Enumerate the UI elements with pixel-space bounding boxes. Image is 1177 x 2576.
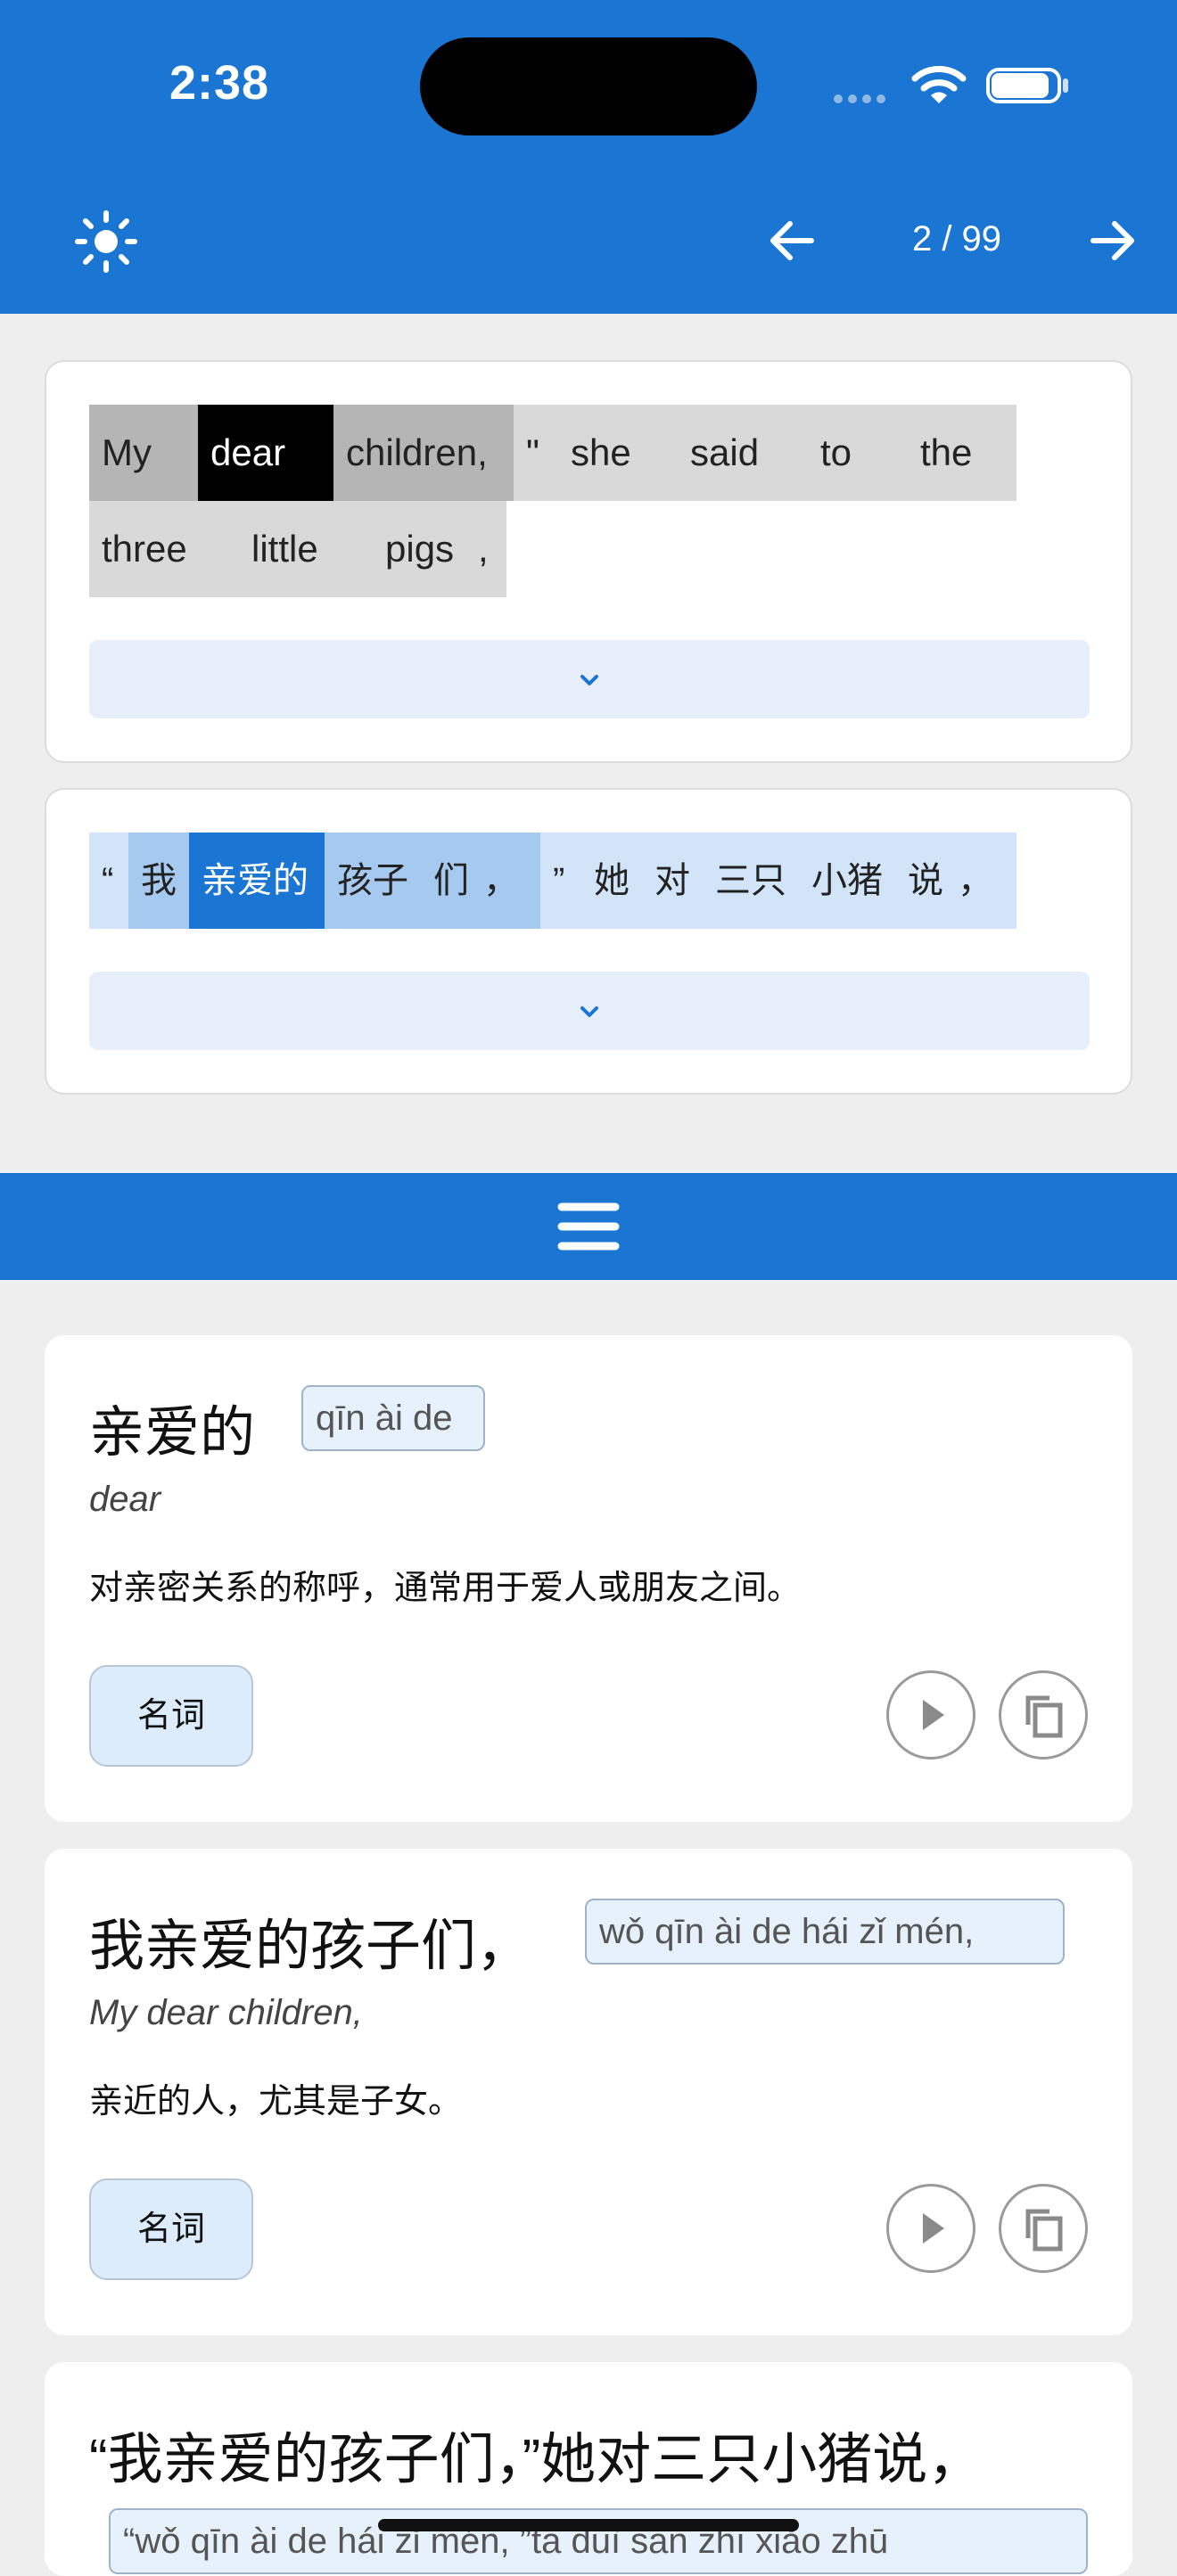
token-qinaide-selected[interactable]: 亲爱的: [189, 833, 325, 929]
wifi-icon: [911, 62, 967, 111]
word-card: 亲爱的 qīn ài de dear 对亲密关系的称呼，通常用于爱人或朋友之间。…: [45, 1335, 1132, 1822]
definition: 亲近的人，尤其是子女。: [89, 2083, 463, 2121]
token-close-quote[interactable]: ”: [540, 833, 581, 929]
part-of-speech-button[interactable]: 名词: [89, 1665, 253, 1767]
menu-hamburger-icon[interactable]: [556, 1198, 621, 1259]
page-indicator: 2 / 99: [911, 219, 1002, 258]
status-time: 2:38: [169, 56, 270, 110]
token-dear-selected[interactable]: dear: [198, 405, 333, 501]
copy-icon: [1025, 1695, 1063, 1738]
token-quote[interactable]: ": [514, 405, 558, 501]
chevron-down-icon: [580, 675, 598, 685]
token-dui[interactable]: 对: [642, 833, 703, 929]
token-children[interactable]: children,: [333, 405, 514, 501]
token-shuo[interactable]: 说: [895, 833, 945, 929]
expand-chinese-button[interactable]: [89, 972, 1090, 1050]
battery-level: [992, 73, 1049, 98]
copy-icon: [1025, 2209, 1063, 2252]
cellular-signal-icon: [834, 92, 891, 108]
chinese-sentence-card: “ 我 亲爱的 孩子 们 ， ” 她 对 三只 小猪 说 ，: [45, 788, 1132, 1095]
dynamic-island: [420, 37, 757, 135]
token-pigs[interactable]: pigs: [373, 501, 465, 597]
battery-cap: [1063, 78, 1068, 93]
token-three[interactable]: three: [89, 501, 239, 597]
token-she[interactable]: she: [558, 405, 678, 501]
play-icon: [923, 2213, 944, 2244]
english-gloss: My dear children,: [89, 1993, 363, 2032]
headword: 我亲爱的孩子们，: [89, 1916, 532, 1977]
copy-button[interactable]: [999, 2184, 1088, 2273]
english-gloss: dear: [89, 1480, 161, 1519]
expand-english-button[interactable]: [89, 640, 1090, 718]
theme-toggle-sun-icon[interactable]: [75, 210, 137, 277]
definition: 对亲密关系的称呼，通常用于爱人或朋友之间。: [89, 1570, 802, 1607]
token-said[interactable]: said: [678, 405, 808, 501]
token-haizi[interactable]: 孩子: [325, 833, 421, 929]
token-comma-1[interactable]: ，: [471, 833, 540, 929]
token-to[interactable]: to: [808, 405, 908, 501]
previous-page-arrow-icon[interactable]: [765, 214, 819, 272]
part-of-speech-button[interactable]: 名词: [89, 2178, 253, 2280]
word-card: 我亲爱的孩子们， wǒ qīn ài de hái zǐ mén, My dea…: [45, 1849, 1132, 2335]
token-sanzhi[interactable]: 三只: [703, 833, 799, 929]
word-card: “我亲爱的孩子们，”她对三只小猪说， “wǒ qīn ài de hái zǐ …: [45, 2362, 1132, 2576]
copy-button[interactable]: [999, 1670, 1088, 1760]
play-icon: [923, 1700, 944, 1730]
chevron-down-icon: [580, 1006, 598, 1017]
headword: “我亲爱的孩子们，”她对三只小猪说，: [89, 2429, 984, 2490]
play-audio-button[interactable]: [886, 2184, 975, 2273]
pinyin-label: qīn ài de: [301, 1385, 485, 1451]
token-the[interactable]: the: [908, 405, 1017, 501]
token-little[interactable]: little: [239, 501, 373, 597]
headword: 亲爱的: [89, 1402, 256, 1464]
token-comma-2[interactable]: ，: [945, 833, 1017, 929]
token-wo[interactable]: 我: [128, 833, 189, 929]
token-men[interactable]: 们: [421, 833, 471, 929]
token-ta[interactable]: 她: [581, 833, 642, 929]
token-comma[interactable]: ,: [465, 501, 506, 597]
english-sentence-card: My dear children, " she said to the thre…: [45, 360, 1132, 763]
token-open-quote[interactable]: “: [89, 833, 128, 929]
next-page-arrow-icon[interactable]: [1086, 214, 1140, 272]
home-indicator: [378, 2519, 799, 2531]
play-audio-button[interactable]: [886, 1670, 975, 1760]
token-my[interactable]: My: [89, 405, 198, 501]
pinyin-label: wǒ qīn ài de hái zǐ mén,: [585, 1899, 1065, 1965]
token-xiaozhu[interactable]: 小猪: [799, 833, 895, 929]
